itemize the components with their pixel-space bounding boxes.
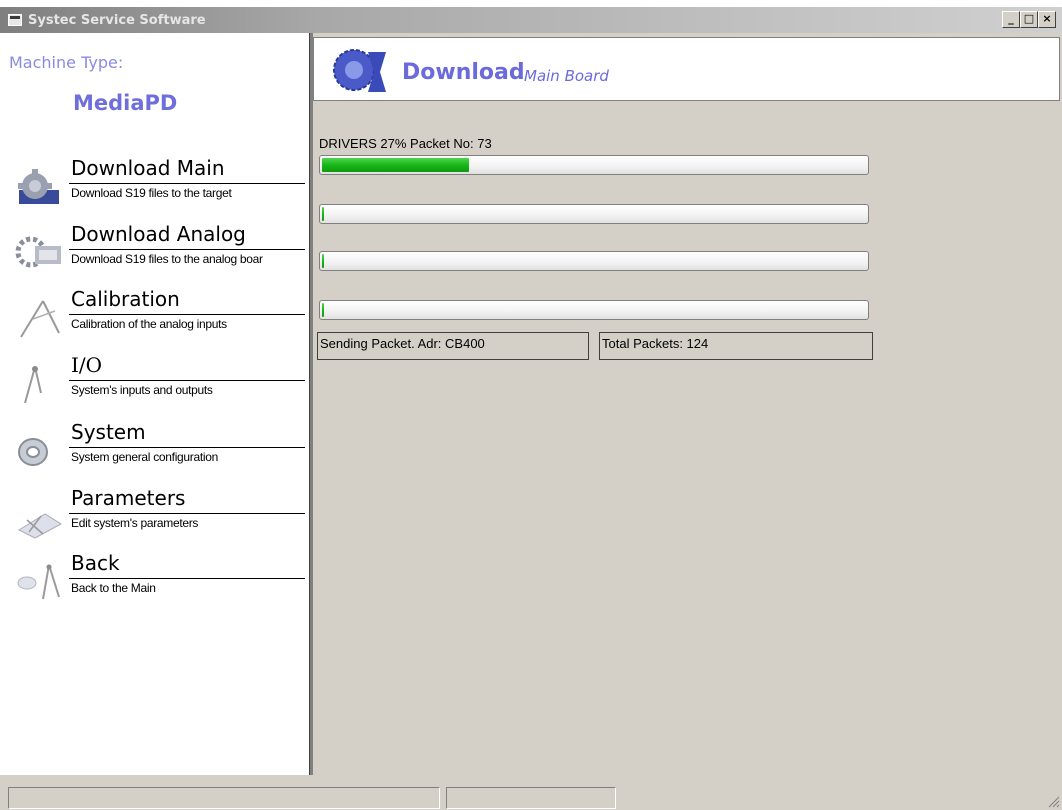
nav-item-system[interactable]: System System general configuration bbox=[7, 420, 309, 480]
page-title: Download bbox=[402, 60, 525, 85]
close-button[interactable]: × bbox=[1038, 11, 1056, 28]
resize-grip-icon[interactable] bbox=[1046, 794, 1060, 808]
disc-icon bbox=[18, 438, 48, 466]
progress-bar-1 bbox=[319, 155, 869, 175]
nav-description: Download S19 files to the analog boar bbox=[71, 252, 263, 266]
app-icon bbox=[8, 14, 22, 26]
nav-description: Calibration of the analog inputs bbox=[71, 317, 227, 331]
main-panel: Download Main Board DRIVERS 27% Packet N… bbox=[313, 33, 1062, 775]
nav-item-calibration[interactable]: Calibration Calibration of the analog in… bbox=[7, 287, 309, 347]
gear-analog-icon bbox=[15, 236, 61, 268]
nav-description: System general configuration bbox=[71, 450, 219, 464]
nav-item-parameters[interactable]: Parameters Edit system's parameters bbox=[7, 486, 309, 546]
progress-fill bbox=[322, 207, 324, 221]
nav-description: Download S19 files to the target bbox=[71, 186, 232, 200]
nav-title: Parameters bbox=[71, 486, 186, 510]
machine-type-label: Machine Type: bbox=[9, 53, 124, 72]
progress-fill bbox=[322, 158, 469, 172]
nav-title: Download Analog bbox=[71, 222, 246, 246]
nav-divider bbox=[69, 380, 305, 381]
window-controls: _ □ × bbox=[1002, 11, 1056, 28]
page-subtitle: Main Board bbox=[524, 67, 609, 85]
compass-icon bbox=[20, 300, 60, 338]
nav-title: Back bbox=[71, 551, 120, 575]
nav-title: Calibration bbox=[71, 287, 180, 311]
nav-divider bbox=[69, 183, 305, 184]
machine-type-value: MediaPD bbox=[73, 91, 178, 115]
drafting-icon bbox=[17, 513, 62, 539]
title-bar[interactable]: Systec Service Software _ □ × bbox=[0, 7, 1062, 33]
status-panel-1 bbox=[8, 787, 440, 809]
nav-divider bbox=[69, 578, 305, 579]
gear-chip-icon bbox=[18, 169, 59, 204]
minimize-button[interactable]: _ bbox=[1002, 11, 1020, 28]
status-panel-2 bbox=[446, 787, 616, 809]
back-compass-icon bbox=[17, 564, 60, 600]
progress-bar-3 bbox=[319, 251, 869, 271]
nav-item-download-analog[interactable]: Download Analog Download S19 files to th… bbox=[7, 222, 309, 282]
nav-title: System bbox=[71, 420, 146, 444]
progress-bar-4 bbox=[319, 300, 869, 320]
sending-packet-status: Sending Packet. Adr: CB400 bbox=[317, 332, 589, 360]
nav-divider bbox=[69, 447, 305, 448]
nav-item-io[interactable]: I/O System's inputs and outputs bbox=[7, 353, 309, 413]
nav-description: Edit system's parameters bbox=[71, 516, 199, 530]
sidebar: Machine Type: MediaPD Download Main Down… bbox=[7, 33, 309, 775]
progress-label: DRIVERS 27% Packet No: 73 bbox=[319, 136, 492, 151]
nav-divider bbox=[69, 314, 305, 315]
window-title: Systec Service Software bbox=[28, 12, 206, 28]
progress-bar-2 bbox=[319, 204, 869, 224]
progress-fill bbox=[322, 303, 324, 317]
nav-divider bbox=[69, 513, 305, 514]
progress-fill bbox=[322, 254, 324, 268]
gear-download-icon bbox=[333, 49, 386, 92]
nav-title: I/O bbox=[71, 353, 103, 377]
nav-description: System's inputs and outputs bbox=[71, 383, 213, 397]
nav-title: Download Main bbox=[71, 156, 225, 180]
page-header: Download Main Board bbox=[313, 37, 1060, 101]
nav-description: Back to the Main bbox=[71, 581, 156, 595]
status-bar bbox=[0, 775, 1062, 810]
nav-divider bbox=[69, 249, 305, 250]
nav-item-download-main[interactable]: Download Main Download S19 files to the … bbox=[7, 156, 309, 216]
compass-small-icon bbox=[24, 366, 42, 404]
maximize-button[interactable]: □ bbox=[1020, 11, 1038, 28]
nav-item-back[interactable]: Back Back to the Main bbox=[7, 551, 309, 611]
total-packets-status: Total Packets: 124 bbox=[599, 332, 873, 360]
